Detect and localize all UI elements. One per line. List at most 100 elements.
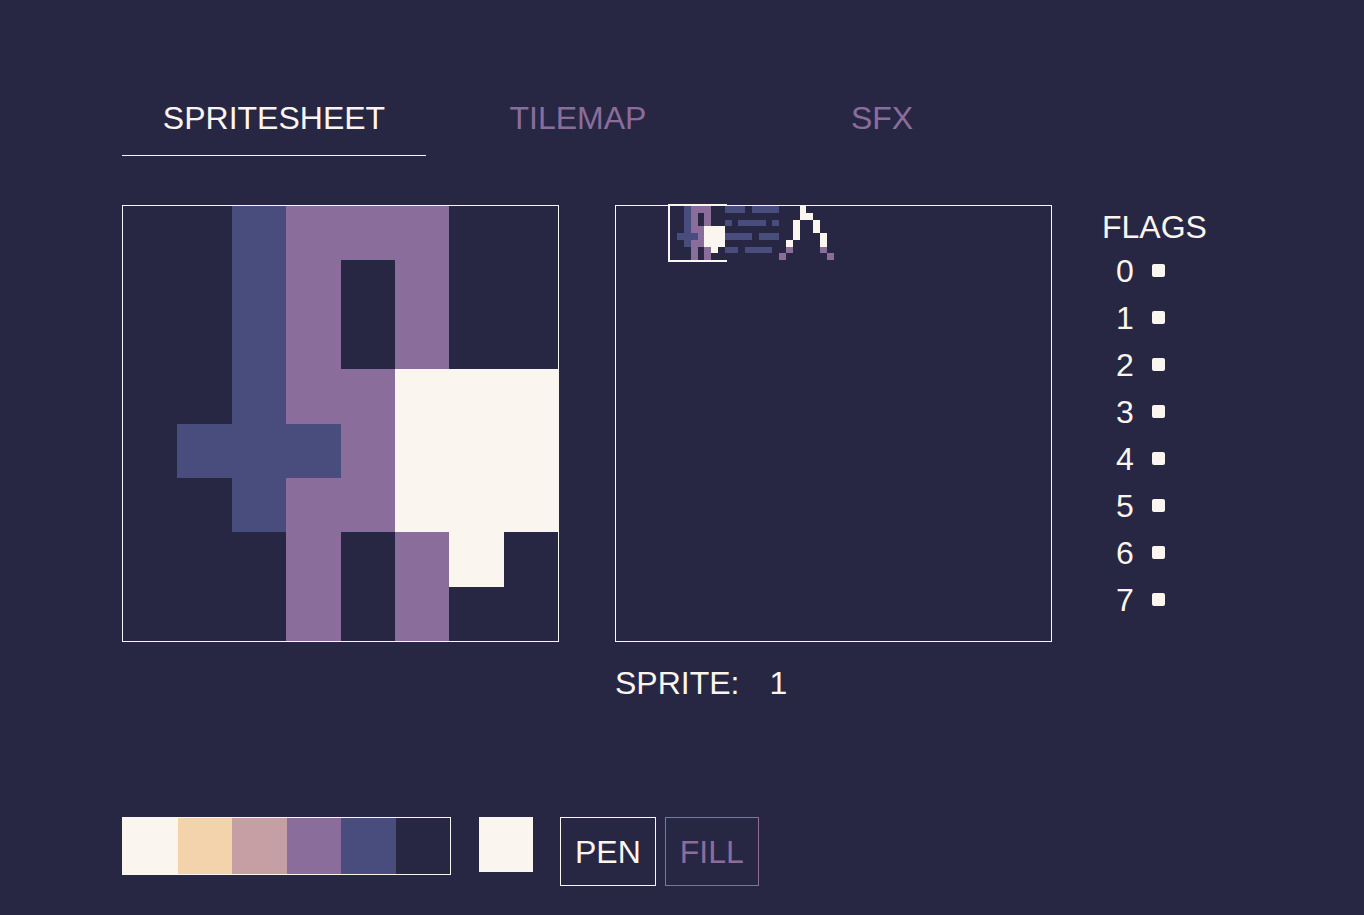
- pixel: [806, 240, 813, 247]
- pixel: [657, 247, 664, 254]
- palette-swatch[interactable]: [123, 818, 178, 874]
- pixel: [759, 247, 766, 254]
- pixel: [616, 240, 623, 247]
- pixel: [752, 206, 759, 213]
- pixel: [698, 233, 705, 240]
- pixel: [123, 587, 177, 641]
- tool-button[interactable]: PEN: [560, 817, 656, 886]
- pixel: [504, 315, 558, 369]
- pixel: [684, 213, 691, 220]
- pixel: [766, 253, 773, 260]
- pixel: [657, 253, 664, 260]
- pixel: [827, 220, 834, 227]
- flag-checkbox[interactable]: [1152, 499, 1165, 512]
- pixel: [636, 206, 643, 213]
- palette-swatch[interactable]: [396, 818, 451, 874]
- pixel: [711, 233, 718, 240]
- palette-swatch[interactable]: [287, 818, 342, 874]
- flag-row[interactable]: 0: [1102, 247, 1207, 294]
- tab[interactable]: SPRITESHEET: [122, 98, 426, 156]
- pixel: [286, 206, 340, 260]
- pixel: [677, 247, 684, 254]
- pixel: [779, 240, 786, 247]
- pixel: [636, 253, 643, 260]
- palette-swatch[interactable]: [232, 818, 287, 874]
- flag-checkbox[interactable]: [1152, 546, 1165, 559]
- pixel: [772, 220, 779, 227]
- tool-button[interactable]: FILL: [665, 817, 759, 886]
- tab[interactable]: TILEMAP: [426, 98, 730, 156]
- pixel: [718, 226, 725, 233]
- pixel: [793, 213, 800, 220]
- pixel: [779, 220, 786, 227]
- pixel: [772, 253, 779, 260]
- pixel: [636, 247, 643, 254]
- pixel: [786, 247, 793, 254]
- flag-label: 1: [1116, 298, 1152, 338]
- pixel: [779, 206, 786, 213]
- flag-checkbox[interactable]: [1152, 264, 1165, 277]
- flag-label: 3: [1116, 392, 1152, 432]
- flag-checkbox[interactable]: [1152, 452, 1165, 465]
- flag-row[interactable]: 5: [1102, 482, 1207, 529]
- pixel: [786, 233, 793, 240]
- pixel: [232, 260, 286, 314]
- pixel: [630, 206, 637, 213]
- pixel-canvas[interactable]: [122, 205, 559, 642]
- pixel: [752, 247, 759, 254]
- pixel: [745, 240, 752, 247]
- sprite-indicator: SPRITE:1: [615, 663, 1052, 703]
- flag-row[interactable]: 4: [1102, 435, 1207, 482]
- pixel: [616, 253, 623, 260]
- pixel: [725, 240, 732, 247]
- pixel: [623, 226, 630, 233]
- flag-checkbox[interactable]: [1152, 311, 1165, 324]
- pixel: [800, 213, 807, 220]
- pixel: [738, 247, 745, 254]
- sprite-pixels: [725, 206, 779, 260]
- pixel: [813, 240, 820, 247]
- pixel: [504, 260, 558, 314]
- flag-row[interactable]: 3: [1102, 388, 1207, 435]
- pixel: [691, 206, 698, 213]
- flag-row[interactable]: 6: [1102, 529, 1207, 576]
- pixel: [449, 369, 503, 423]
- pixel: [813, 206, 820, 213]
- pixel: [504, 587, 558, 641]
- flag-checkbox[interactable]: [1152, 358, 1165, 371]
- pixel: [786, 226, 793, 233]
- pixel: [779, 213, 786, 220]
- pixel: [286, 369, 340, 423]
- pixel: [691, 213, 698, 220]
- pixel: [800, 253, 807, 260]
- pixel: [752, 240, 759, 247]
- sprite-thumbnail[interactable]: [670, 206, 724, 260]
- pixel: [806, 220, 813, 227]
- flag-checkbox[interactable]: [1152, 593, 1165, 606]
- pixel: [745, 206, 752, 213]
- flag-checkbox[interactable]: [1152, 405, 1165, 418]
- pixel: [395, 532, 449, 586]
- pixel: [449, 532, 503, 586]
- palette-swatch[interactable]: [178, 818, 233, 874]
- sprite-thumbnail[interactable]: [616, 206, 670, 260]
- sprite-thumbnail[interactable]: [725, 206, 779, 260]
- pixel: [718, 247, 725, 254]
- canvas-grid: [123, 206, 558, 641]
- pixel: [636, 220, 643, 227]
- pixel: [177, 587, 231, 641]
- sprite-thumbnail[interactable]: [779, 206, 833, 260]
- flag-row[interactable]: 7: [1102, 576, 1207, 623]
- pixel: [827, 233, 834, 240]
- pixel: [630, 253, 637, 260]
- tab[interactable]: SFX: [730, 98, 1034, 156]
- pixel: [725, 220, 732, 227]
- pixel: [745, 247, 752, 254]
- pixel: [793, 220, 800, 227]
- flag-row[interactable]: 1: [1102, 294, 1207, 341]
- pixel: [827, 240, 834, 247]
- palette-swatch[interactable]: [341, 818, 396, 874]
- pixel: [286, 315, 340, 369]
- bottom-toolbar: PENFILL: [122, 817, 1364, 886]
- flag-row[interactable]: 2: [1102, 341, 1207, 388]
